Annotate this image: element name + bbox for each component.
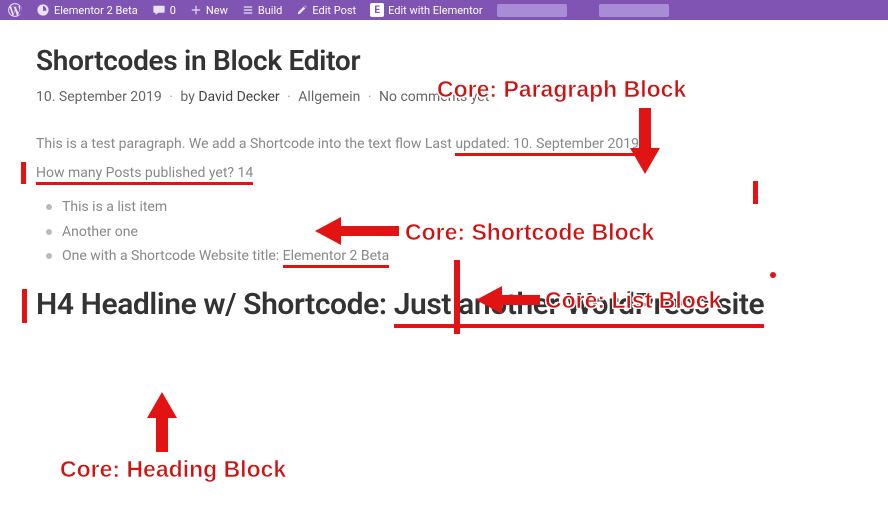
comment-icon — [152, 3, 166, 17]
shortcode-output: How many Posts published yet? 14 — [36, 165, 253, 185]
annotation-marker — [753, 181, 758, 204]
annotation-marker — [770, 272, 776, 278]
new-label: New — [206, 4, 228, 17]
build-label: Build — [258, 4, 282, 17]
comments-count: 0 — [170, 4, 176, 17]
masked-region — [497, 4, 567, 17]
paragraph-block: This is a test paragraph. We add a Short… — [36, 133, 856, 155]
annotation-arrow-left — [315, 217, 399, 245]
pencil-icon — [296, 4, 308, 16]
post-category[interactable]: Allgemein — [298, 89, 360, 105]
annotation-paragraph-label: Core: Paragraph Block — [437, 76, 686, 103]
annotation-arrow-up — [147, 392, 177, 452]
paragraph-shortcode-output: updated: 10. September 2019 — [455, 136, 639, 156]
wp-logo[interactable] — [8, 3, 22, 17]
dashboard-icon — [36, 3, 50, 17]
site-name: Elementor 2 Beta — [54, 4, 138, 17]
edit-elementor-link[interactable]: E Edit with Elementor — [370, 3, 483, 17]
post-author[interactable]: David Decker — [198, 89, 279, 105]
annotation-arrow-left — [476, 286, 540, 314]
post-content: Shortcodes in Block Editor 10. September… — [0, 20, 888, 322]
annotation-arrow-down — [630, 108, 660, 174]
meta-separator: · — [283, 89, 295, 105]
list-icon — [242, 4, 254, 16]
annotation-heading-label: Core: Heading Block — [60, 456, 286, 483]
edit-post-label: Edit Post — [312, 4, 356, 17]
heading-text: H4 Headline w/ Shortcode: — [36, 287, 394, 322]
annotation-marker — [21, 162, 26, 184]
meta-separator: · — [165, 89, 177, 105]
site-name-link[interactable]: Elementor 2 Beta — [36, 3, 138, 17]
plus-icon — [190, 4, 202, 16]
wordpress-icon — [8, 3, 22, 17]
list-item: This is a list item — [62, 195, 856, 220]
shortcode-block: How many Posts published yet? 14 — [36, 165, 856, 181]
post-title: Shortcodes in Block Editor — [36, 44, 856, 77]
build-link[interactable]: Build — [242, 4, 282, 17]
meta-separator: · — [364, 89, 376, 105]
elementor-icon: E — [370, 3, 384, 17]
by-label: by — [180, 89, 194, 105]
post-date: 10. September 2019 — [36, 89, 162, 105]
edit-elementor-label: Edit with Elementor — [388, 4, 483, 17]
annotation-marker — [454, 260, 460, 334]
annotation-list-label: Core: List Block — [545, 287, 721, 314]
annotation-marker — [22, 289, 27, 323]
paragraph-text: This is a test paragraph. We add a Short… — [36, 136, 455, 152]
heading-block: H4 Headline w/ Shortcode: Just another W… — [36, 287, 856, 322]
list-item-text: One with a Shortcode Website title: — [62, 248, 283, 264]
edit-post-link[interactable]: Edit Post — [296, 4, 356, 17]
list-shortcode-output: Elementor 2 Beta — [283, 248, 390, 268]
comments-link[interactable]: 0 — [152, 3, 176, 17]
heading-h4: H4 Headline w/ Shortcode: Just another W… — [36, 287, 856, 322]
new-content-link[interactable]: New — [190, 4, 228, 17]
annotation-shortcode-label: Core: Shortcode Block — [405, 219, 654, 246]
wp-admin-bar: Elementor 2 Beta 0 New Build Edit Post E… — [0, 0, 888, 20]
masked-region — [599, 4, 669, 17]
